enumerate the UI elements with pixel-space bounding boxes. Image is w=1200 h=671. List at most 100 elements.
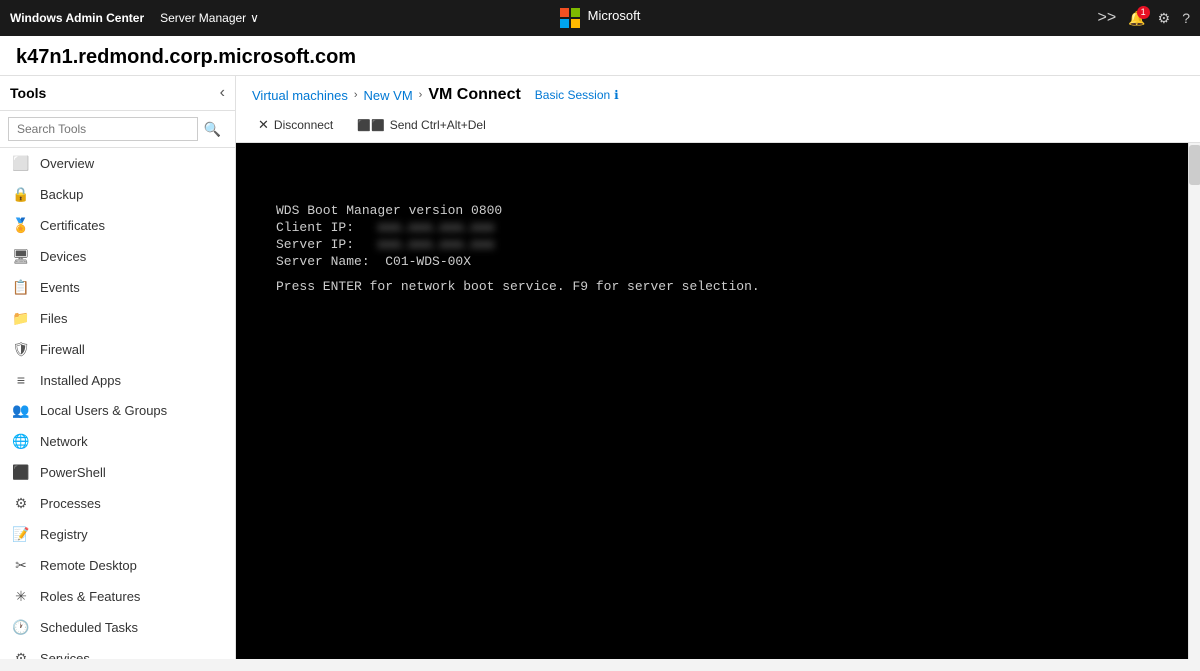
topbar-left: Windows Admin Center Server Manager ∨	[10, 11, 393, 25]
remote-desktop-icon: ✂	[12, 557, 30, 574]
notifications-button[interactable]: 🔔 1	[1128, 10, 1145, 27]
scrollbar-thumb	[1189, 145, 1200, 185]
sidebar-item-local-users[interactable]: 👥 Local Users & Groups	[0, 395, 235, 426]
powershell-icon: ⬛	[12, 464, 30, 481]
info-icon: ℹ	[614, 88, 619, 102]
ms-logo-icon	[560, 8, 580, 28]
page-title: k47n1.redmond.corp.microsoft.com	[16, 46, 1184, 69]
registry-icon: 📝	[12, 526, 30, 543]
sidebar-header: Tools ‹	[0, 76, 235, 111]
firewall-icon: 🛡	[12, 341, 30, 358]
collapse-sidebar-button[interactable]: ‹	[220, 84, 225, 102]
sidebar-item-roles-features[interactable]: ✳ Roles & Features	[0, 581, 235, 612]
vm-line-5: Press ENTER for network boot service. F9…	[276, 279, 760, 294]
sidebar-item-certificates[interactable]: 🏅 Certificates	[0, 210, 235, 241]
sidebar-item-powershell[interactable]: ⬛ PowerShell	[0, 457, 235, 488]
sidebar-item-label: Network	[40, 434, 88, 449]
page-title-bar: k47n1.redmond.corp.microsoft.com	[0, 36, 1200, 76]
breadcrumb-sep-1: ›	[354, 89, 358, 101]
sidebar-item-label: Events	[40, 280, 80, 295]
vm-screen[interactable]: WDS Boot Manager version 0800 Client IP:…	[236, 143, 1188, 659]
sidebar-item-label: Scheduled Tasks	[40, 620, 138, 635]
processes-icon: ⚙	[12, 495, 30, 512]
sidebar-item-backup[interactable]: 🔒 Backup	[0, 179, 235, 210]
server-ip-blurred: xxx.xxx.xxx.xxx	[377, 237, 494, 252]
disconnect-button[interactable]: ✕ Disconnect	[252, 114, 339, 136]
sidebar-item-label: Installed Apps	[40, 373, 121, 388]
sidebar-item-label: Roles & Features	[40, 589, 140, 604]
events-icon: 📋	[12, 279, 30, 296]
send-ctrl-alt-del-button[interactable]: ⬛⬛ Send Ctrl+Alt+Del	[351, 115, 491, 135]
overview-icon: ⬜	[12, 155, 30, 172]
vm-screen-container: WDS Boot Manager version 0800 Client IP:…	[236, 143, 1200, 659]
backup-icon: 🔒	[12, 186, 30, 203]
right-scrollbar[interactable]	[1188, 143, 1200, 659]
sidebar-item-label: Backup	[40, 187, 83, 202]
vm-line-4: Server Name: C01-WDS-00X	[276, 254, 760, 269]
tools-label: Tools	[10, 85, 212, 101]
brand-label: Windows Admin Center	[10, 11, 144, 25]
sidebar-item-label: Processes	[40, 496, 101, 511]
sidebar-item-network[interactable]: 🌐 Network	[0, 426, 235, 457]
expand-icon[interactable]: >>	[1098, 9, 1117, 27]
vm-line-2: Client IP: xxx.xxx.xxx.xxx	[276, 220, 760, 235]
ms-logo-text: Microsoft	[588, 8, 641, 28]
sidebar-item-scheduled-tasks[interactable]: 🕐 Scheduled Tasks	[0, 612, 235, 643]
server-manager-menu[interactable]: Server Manager ∨	[160, 11, 259, 25]
toolbar: ✕ Disconnect ⬛⬛ Send Ctrl+Alt+Del	[252, 110, 1184, 142]
certificates-icon: 🏅	[12, 217, 30, 234]
sidebar-item-services[interactable]: ⚙ Services	[0, 643, 235, 659]
sidebar-item-label: Files	[40, 311, 67, 326]
topbar-right: >> 🔔 1 ⚙ ?	[807, 9, 1190, 27]
breadcrumb-bar: Virtual machines › New VM › VM Connect B…	[236, 76, 1200, 143]
content-area: Virtual machines › New VM › VM Connect B…	[236, 76, 1200, 659]
sidebar-item-remote-desktop[interactable]: ✂ Remote Desktop	[0, 550, 235, 581]
sidebar-item-devices[interactable]: 🖥 Devices	[0, 241, 235, 272]
sidebar-item-processes[interactable]: ⚙ Processes	[0, 488, 235, 519]
search-box: 🔍	[0, 111, 235, 148]
sidebar-item-registry[interactable]: 📝 Registry	[0, 519, 235, 550]
breadcrumb-new-vm[interactable]: New VM	[364, 88, 413, 103]
disconnect-icon: ✕	[258, 117, 269, 133]
vm-line-1: WDS Boot Manager version 0800	[276, 203, 760, 218]
search-button[interactable]: 🔍	[198, 119, 227, 140]
sidebar-item-events[interactable]: 📋 Events	[0, 272, 235, 303]
local-users-icon: 👥	[12, 402, 30, 419]
files-icon: 📁	[12, 310, 30, 327]
sidebar-item-label: Devices	[40, 249, 86, 264]
services-icon: ⚙	[12, 650, 30, 659]
breadcrumb-sep-2: ›	[419, 89, 423, 101]
send-icon: ⬛⬛	[357, 119, 384, 132]
basic-session-button[interactable]: Basic Session ℹ	[535, 88, 619, 102]
sidebar: Tools ‹ 🔍 ⬜ Overview 🔒 Backup 🏅 Certific…	[0, 76, 236, 659]
sidebar-item-overview[interactable]: ⬜ Overview	[0, 148, 235, 179]
breadcrumb-virtual-machines[interactable]: Virtual machines	[252, 88, 348, 103]
sidebar-item-firewall[interactable]: 🛡 Firewall	[0, 334, 235, 365]
chevron-down-icon: ∨	[250, 11, 259, 25]
main-layout: Tools ‹ 🔍 ⬜ Overview 🔒 Backup 🏅 Certific…	[0, 76, 1200, 659]
sidebar-scroll: ⬜ Overview 🔒 Backup 🏅 Certificates 🖥 Dev…	[0, 148, 235, 659]
breadcrumb: Virtual machines › New VM › VM Connect B…	[252, 86, 1184, 104]
sidebar-item-files[interactable]: 📁 Files	[0, 303, 235, 334]
help-icon[interactable]: ?	[1182, 10, 1190, 26]
sidebar-item-label: Registry	[40, 527, 88, 542]
notification-badge: 1	[1137, 6, 1150, 19]
topbar: Windows Admin Center Server Manager ∨ Mi…	[0, 0, 1200, 36]
disconnect-label: Disconnect	[274, 118, 333, 132]
network-icon: 🌐	[12, 433, 30, 450]
sidebar-item-label: Certificates	[40, 218, 105, 233]
settings-icon[interactable]: ⚙	[1158, 10, 1171, 27]
server-manager-label: Server Manager	[160, 11, 246, 25]
sidebar-item-label: Firewall	[40, 342, 85, 357]
sidebar-item-installed-apps[interactable]: ≡ Installed Apps	[0, 365, 235, 395]
client-ip-blurred: xxx.xxx.xxx.xxx	[377, 220, 494, 235]
basic-session-label: Basic Session	[535, 88, 610, 102]
ms-logo: Microsoft	[560, 8, 641, 28]
sidebar-item-label: Local Users & Groups	[40, 403, 167, 418]
search-input[interactable]	[8, 117, 198, 141]
installed-apps-icon: ≡	[12, 372, 30, 388]
devices-icon: 🖥	[12, 248, 30, 265]
roles-features-icon: ✳	[12, 588, 30, 605]
vm-line-3: Server IP: xxx.xxx.xxx.xxx	[276, 237, 760, 252]
vm-screen-content: WDS Boot Manager version 0800 Client IP:…	[236, 143, 800, 356]
